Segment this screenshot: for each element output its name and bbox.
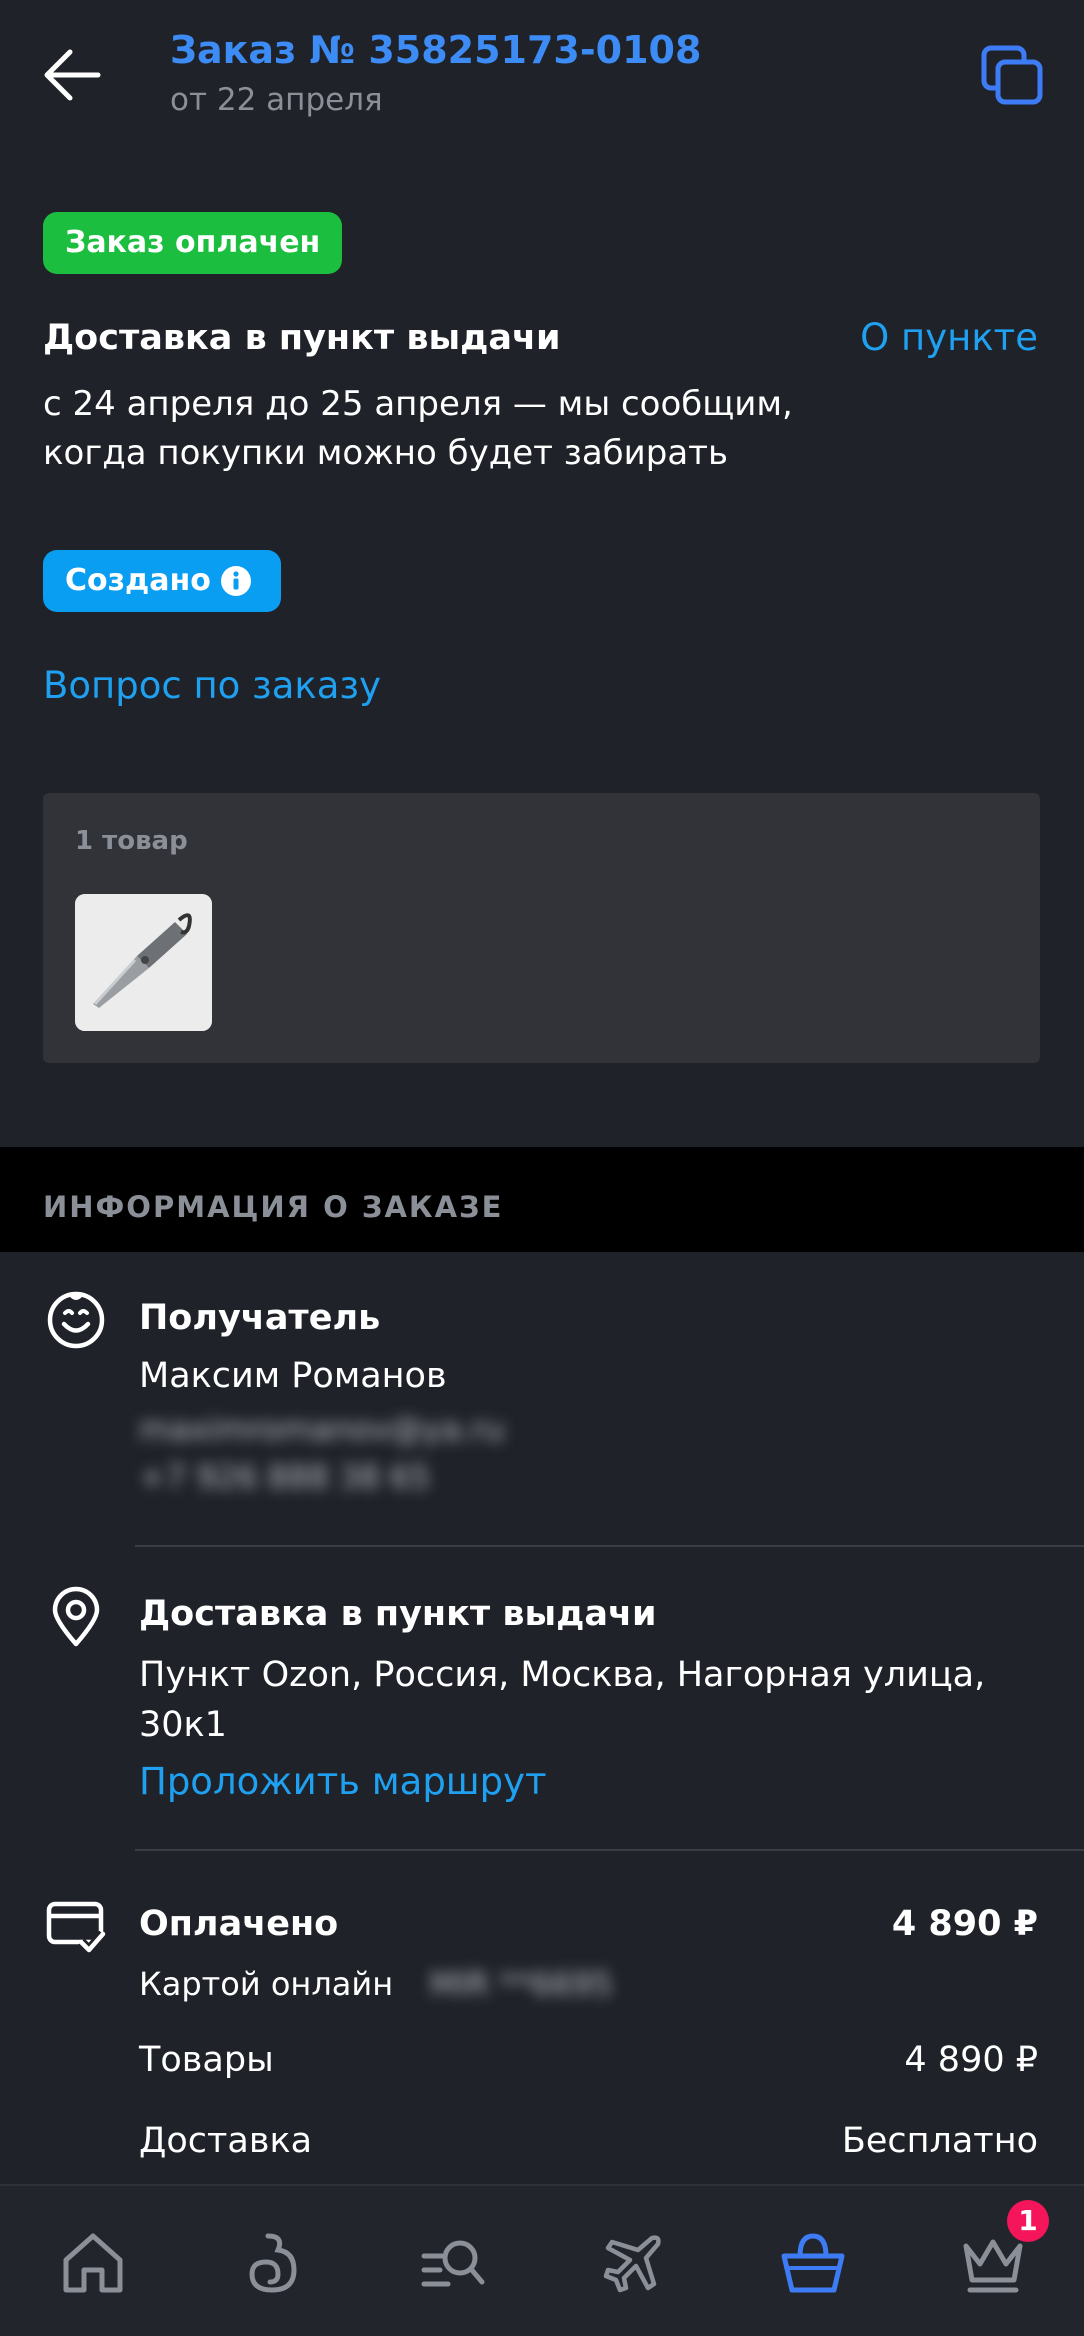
- delivery-state-label: Создано: [65, 563, 211, 598]
- copy-button[interactable]: [980, 44, 1046, 108]
- knife-image: [75, 894, 212, 1031]
- pickup-address: Пункт Ozon, Россия, Москва, Нагорная ули…: [139, 1655, 986, 1745]
- goods-value: 4 890 ₽: [904, 2040, 1038, 2080]
- route-link[interactable]: Проложить маршрут: [139, 1760, 547, 1803]
- shipping-value: Бесплатно: [841, 2121, 1038, 2161]
- search-list-icon[interactable]: [418, 2228, 488, 2298]
- payment-amount: 4 890 ₽: [891, 1904, 1038, 1944]
- goods-label: Товары: [139, 2040, 274, 2080]
- section-title: ИНФОРМАЦИЯ О ЗАКАЗЕ: [43, 1190, 504, 1224]
- smile-icon: [47, 1291, 105, 1349]
- back-button[interactable]: [40, 46, 104, 104]
- divider: [135, 1545, 1084, 1547]
- arrow-left-icon: [44, 49, 101, 101]
- location-pin-icon: [52, 1586, 100, 1647]
- copy-icon: [981, 45, 1043, 105]
- shipping-label: Доставка: [139, 2121, 313, 2161]
- catalog-icon[interactable]: [238, 2228, 308, 2298]
- notification-badge: 1: [1007, 2200, 1049, 2242]
- recipient-name: Максим Романов: [139, 1356, 447, 1396]
- divider: [135, 1849, 1084, 1851]
- order-question-link[interactable]: Вопрос по заказу: [43, 664, 381, 707]
- cart-icon[interactable]: [778, 2228, 848, 2298]
- pickup-label: Доставка в пункт выдачи: [139, 1594, 657, 1634]
- delivery-title: Доставка в пункт выдачи: [43, 318, 561, 358]
- payment-method: Картой онлайн: [139, 1965, 394, 2003]
- card-check-icon: [46, 1901, 107, 1958]
- recipient-email: maximromanov@ya.ru: [139, 1410, 505, 1448]
- status-badge: Заказ оплачен: [43, 212, 343, 274]
- payment-card: MIR **6695: [430, 1965, 613, 2003]
- recipient-phone: +7 926 888 38 65: [139, 1458, 431, 1496]
- product-thumbnail[interactable]: [75, 894, 212, 1031]
- tab-bar: [0, 2184, 1084, 2336]
- payment-label: Оплачено: [139, 1904, 339, 1944]
- order-date: от 22 апреля: [170, 82, 383, 118]
- home-icon[interactable]: [58, 2228, 128, 2298]
- travel-icon[interactable]: [598, 2228, 668, 2298]
- items-count: 1 товар: [75, 826, 188, 856]
- delivery-state-badge[interactable]: Создано: [43, 550, 281, 612]
- delivery-text: с 24 апреля до 25 апреля — мы сообщим, к…: [43, 384, 793, 473]
- recipient-label: Получатель: [139, 1298, 381, 1338]
- info-icon: [221, 566, 251, 596]
- order-title: Заказ № 35825173-0108: [170, 28, 702, 72]
- about-pickup-link[interactable]: О пункте: [860, 316, 1038, 359]
